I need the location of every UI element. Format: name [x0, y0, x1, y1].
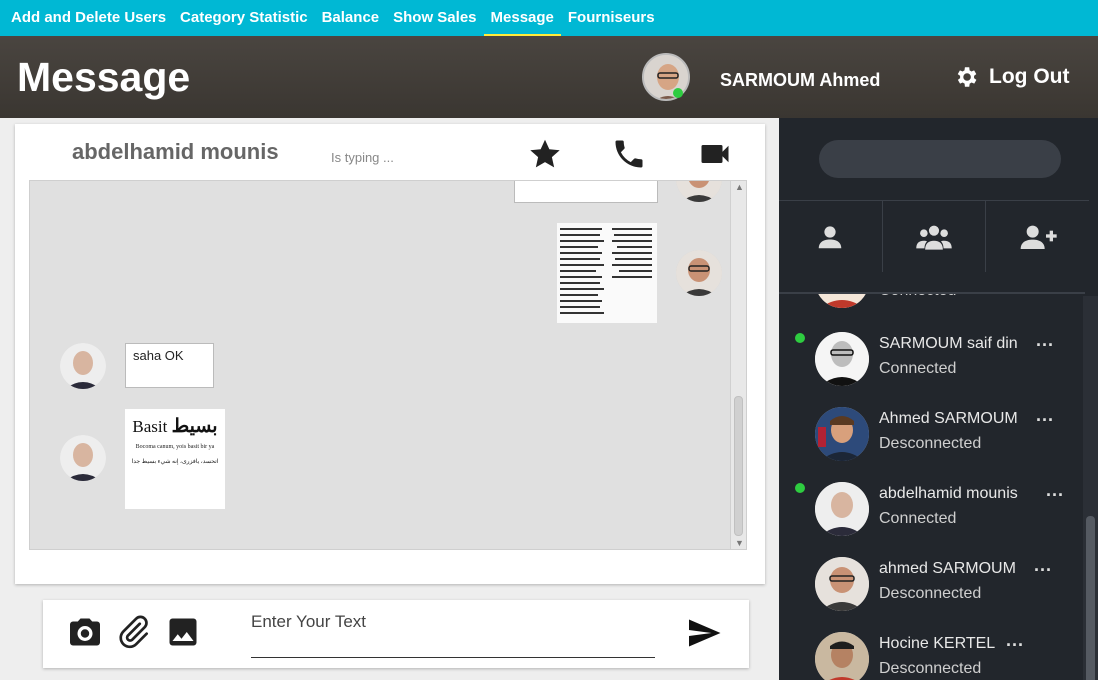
call-button[interactable] [611, 136, 647, 177]
image-icon [169, 618, 197, 646]
contact-more-button[interactable]: ... [1036, 405, 1054, 426]
nav-add-delete-users[interactable]: Add and Delete Users [4, 0, 173, 36]
logout-button[interactable]: Log Out [953, 64, 1069, 90]
chat-panel: abdelhamid mounis Is typing ... saha OK … [15, 124, 765, 584]
contact-status: Desconnected [879, 660, 982, 677]
sidebar-tabs [779, 200, 1089, 272]
image-basit-line: اتحسد، يافزرى، إنه شيء بسيط جدا [131, 459, 219, 465]
current-user-name: SARMOUM Ahmed [720, 70, 881, 90]
contact-name: Hocine KERTEL [879, 635, 996, 652]
video-camera-icon [701, 145, 729, 163]
favorite-button[interactable] [527, 136, 563, 177]
contact-avatar [815, 482, 869, 536]
contact-status: Connected [879, 360, 957, 377]
paperclip-icon [119, 615, 148, 649]
send-icon [689, 619, 721, 647]
image-message[interactable]: Basit بسيط Bocoma canum, yois basit bir … [125, 409, 225, 509]
contact-status: Desconnected [879, 435, 982, 452]
contact-name: abdelhamid mounis [879, 485, 1018, 502]
chat-contact-name: abdelhamid mounis [72, 139, 279, 164]
contact-more-button[interactable]: ... [1046, 480, 1064, 501]
users-group-icon [916, 225, 952, 250]
user-online-indicator [673, 88, 683, 98]
contacts-scrollbar[interactable] [1083, 296, 1098, 680]
message-scrollbar[interactable]: ▲ ▼ [730, 181, 746, 549]
send-button[interactable] [685, 615, 723, 656]
camera-icon [70, 618, 100, 646]
contact-avatar [815, 632, 869, 680]
message-list[interactable]: saha OK Basit بسيط Bocoma canum, yois ba… [29, 180, 747, 550]
page-header: Message SARMOUM Ahmed Log Out [0, 36, 1098, 118]
image-basit-heading: Basit بسيط [132, 416, 218, 437]
scrollbar-thumb[interactable] [1086, 516, 1095, 680]
nav-fourniseurs[interactable]: Fourniseurs [561, 0, 662, 36]
phone-icon [615, 140, 643, 168]
message-input[interactable] [251, 608, 655, 658]
contact-list[interactable]: Connected SARMOUM saif din Connected ...… [779, 292, 1085, 680]
contact-avatar [815, 294, 869, 308]
message-avatar [676, 181, 722, 202]
video-call-button[interactable] [697, 136, 733, 177]
contact-item[interactable]: ahmed SARMOUM Desconnected ... [779, 555, 1085, 630]
contact-more-button[interactable]: ... [1036, 330, 1054, 351]
add-user-icon [1020, 225, 1057, 249]
contact-avatar [815, 407, 869, 461]
contact-status: Connected [879, 294, 956, 300]
scroll-down-icon[interactable]: ▼ [735, 538, 744, 548]
online-indicator [795, 333, 805, 343]
message-bubble: saha OK [125, 343, 214, 388]
message-bubble [514, 181, 658, 203]
camera-button[interactable] [67, 614, 103, 655]
nav-balance[interactable]: Balance [315, 0, 387, 36]
online-indicator [795, 483, 805, 493]
image-basit-line: Bocoma canum, yois basit bir ya [135, 444, 215, 450]
contact-avatar [815, 332, 869, 386]
send-image-button[interactable] [165, 614, 201, 655]
nav-show-sales[interactable]: Show Sales [386, 0, 483, 36]
message-avatar [60, 435, 106, 481]
nav-category-statistic[interactable]: Category Statistic [173, 0, 315, 36]
user-avatar-photo [644, 55, 688, 99]
contact-status: Connected [879, 510, 957, 527]
contact-status: Desconnected [879, 585, 982, 602]
top-nav: Add and Delete Users Category Statistic … [0, 0, 1098, 36]
page-title: Message [17, 54, 191, 100]
contact-more-button[interactable]: ... [1006, 630, 1024, 651]
message-composer [43, 600, 749, 668]
typing-indicator: Is typing ... [331, 150, 394, 165]
contact-name: Ahmed SARMOUM [879, 410, 1018, 427]
contact-item[interactable]: Ahmed SARMOUM Desconnected ... [779, 405, 1085, 480]
contact-item[interactable]: abdelhamid mounis Connected ... [779, 480, 1085, 555]
user-icon [819, 225, 842, 248]
nav-message[interactable]: Message [483, 0, 561, 36]
tab-add-user[interactable] [986, 201, 1089, 272]
contact-item[interactable]: SARMOUM saif din Connected ... [779, 330, 1085, 405]
newspaper-image [557, 223, 657, 323]
contact-name: SARMOUM saif din [879, 335, 1018, 352]
contact-more-button[interactable]: ... [1034, 555, 1052, 576]
contact-item[interactable]: Connected [779, 294, 1085, 327]
star-icon [530, 139, 560, 168]
contact-item[interactable]: Hocine KERTEL Desconnected ... [779, 630, 1085, 680]
gear-icon [957, 67, 977, 87]
contacts-sidebar: Connected SARMOUM saif din Connected ...… [779, 118, 1098, 680]
scroll-up-icon[interactable]: ▲ [735, 182, 744, 192]
image-message[interactable] [557, 223, 657, 323]
attach-file-button[interactable] [115, 614, 151, 655]
tab-group[interactable] [883, 201, 987, 272]
scrollbar-thumb[interactable] [734, 396, 743, 536]
message-avatar [60, 343, 106, 389]
contact-avatar [815, 557, 869, 611]
contact-name: ahmed SARMOUM [879, 560, 1016, 577]
tab-single-user[interactable] [779, 201, 883, 272]
message-avatar [676, 250, 722, 296]
contact-search-input[interactable] [819, 140, 1061, 178]
logout-label: Log Out [989, 65, 1070, 88]
